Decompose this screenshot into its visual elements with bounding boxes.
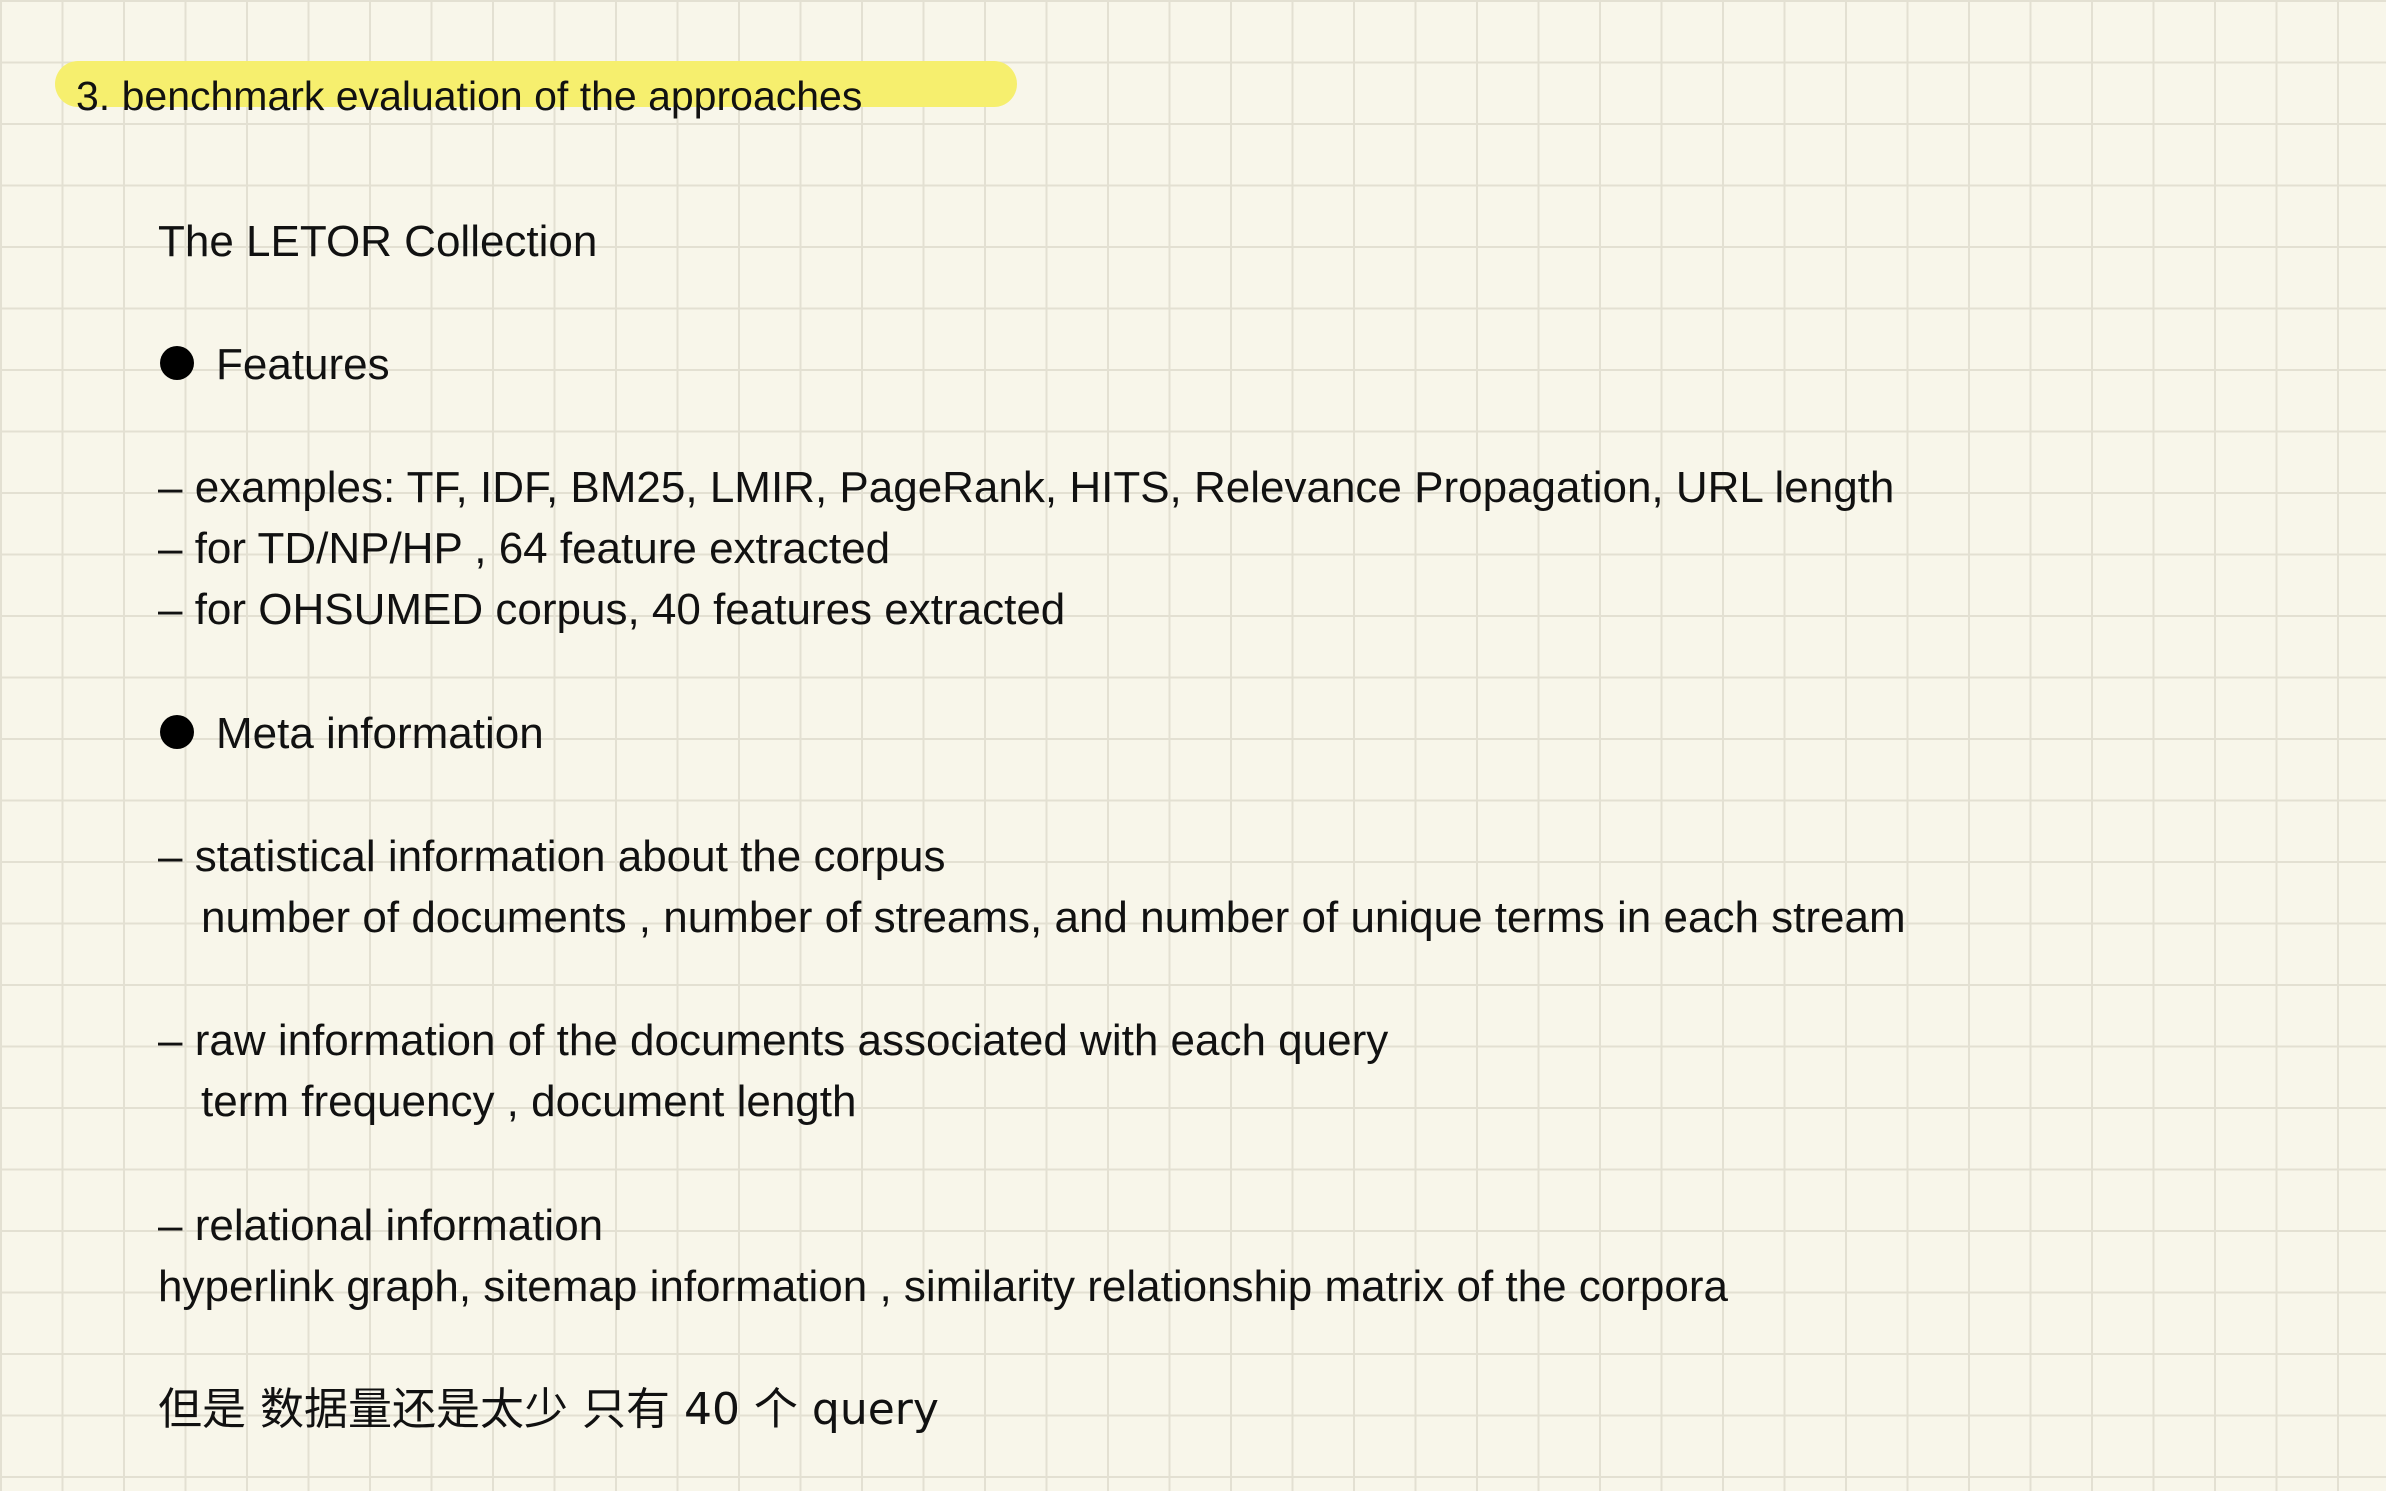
- features-label: Features: [216, 340, 390, 389]
- collection-title: The LETOR Collection: [158, 217, 598, 266]
- meta-statistical-title: – statistical information about the corp…: [158, 832, 946, 881]
- section-heading: 3. benchmark evaluation of the approache…: [76, 73, 863, 119]
- bullet-icon: [160, 715, 194, 750]
- meta-raw-title: – raw information of the documents assoc…: [158, 1016, 1389, 1065]
- features-item-ohsumed: – for OHSUMED corpus, 40 features extrac…: [158, 585, 1066, 634]
- meta-bullet: Meta information: [160, 712, 544, 756]
- features-item-tdnphp: – for TD/NP/HP , 64 feature extracted: [158, 524, 891, 573]
- meta-relational-detail: hyperlink graph, sitemap information , s…: [158, 1262, 1728, 1311]
- meta-raw-detail: term frequency , document length: [201, 1077, 857, 1126]
- meta-relational-title: – relational information: [158, 1201, 604, 1250]
- features-item-examples: – examples: TF, IDF, BM25, LMIR, PageRan…: [158, 463, 1895, 512]
- features-bullet: Features: [160, 343, 390, 387]
- chinese-note: 但是 数据量还是太少 只有 40 个 query: [158, 1384, 939, 1435]
- meta-statistical-detail: number of documents , number of streams,…: [201, 893, 1906, 942]
- bullet-icon: [160, 346, 194, 381]
- meta-label: Meta information: [216, 709, 544, 758]
